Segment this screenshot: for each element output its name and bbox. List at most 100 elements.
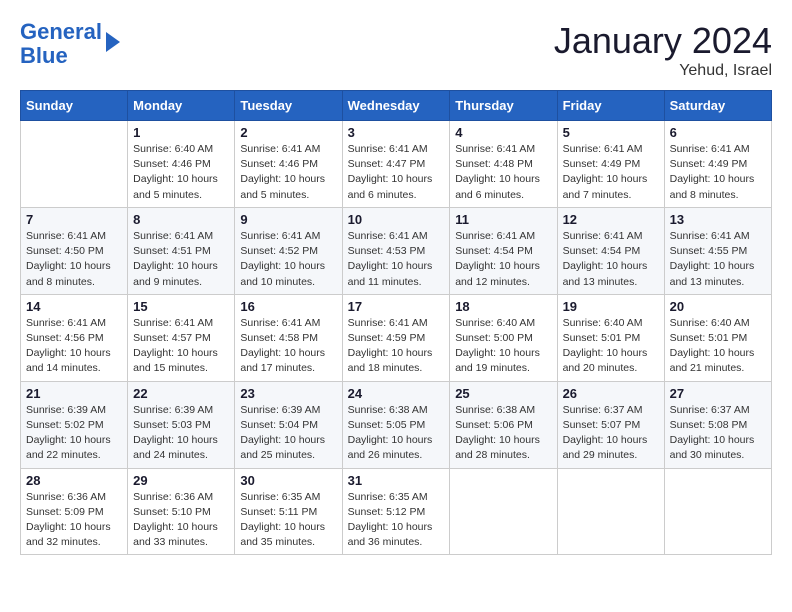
calendar-week-row: 1Sunrise: 6:40 AM Sunset: 4:46 PM Daylig… xyxy=(21,121,772,208)
calendar-cell: 12Sunrise: 6:41 AM Sunset: 4:54 PM Dayli… xyxy=(557,207,664,294)
day-number: 22 xyxy=(133,386,229,401)
day-number: 14 xyxy=(26,299,122,314)
day-number: 17 xyxy=(348,299,445,314)
header-day-friday: Friday xyxy=(557,91,664,121)
calendar-cell: 17 Sunrise: 6:41 AM Sunset: 4:59 PM Dayli… xyxy=(342,294,450,381)
day-number: 29 xyxy=(133,473,229,488)
header-day-saturday: Saturday xyxy=(664,91,771,121)
calendar-cell: 23 Sunrise: 6:39 AM Sunset: 5:04 PM Dayli… xyxy=(235,381,342,468)
day-info: Sunrise: 6:37 AM Sunset: 5:07 PM Dayligh… xyxy=(563,403,659,464)
day-number: 23 xyxy=(240,386,336,401)
page-header: General Blue January 2024 Yehud, Israel xyxy=(20,20,772,80)
calendar-cell: 10 Sunrise: 6:41 AM Sunset: 4:53 PM Dayli… xyxy=(342,207,450,294)
header-day-sunday: Sunday xyxy=(21,91,128,121)
logo-general: General xyxy=(20,19,102,44)
calendar-cell: 13 Sunrise: 6:41 AM Sunset: 4:55 PM Dayli… xyxy=(664,207,771,294)
calendar-cell: 24 Sunrise: 6:38 AM Sunset: 5:05 PM Dayli… xyxy=(342,381,450,468)
day-number: 19 xyxy=(563,299,659,314)
day-info: Sunrise: 6:41 AM Sunset: 4:53 PM Dayligh… xyxy=(348,229,445,290)
day-number: 21 xyxy=(26,386,122,401)
logo-blue: Blue xyxy=(20,43,68,68)
day-number: 27 xyxy=(670,386,766,401)
header-day-monday: Monday xyxy=(128,91,235,121)
day-number: 4 xyxy=(455,125,551,140)
calendar-week-row: 7 Sunrise: 6:41 AM Sunset: 4:50 PM Daylig… xyxy=(21,207,772,294)
title-block: January 2024 Yehud, Israel xyxy=(554,20,772,80)
day-number: 7 xyxy=(26,212,122,227)
day-number: 16 xyxy=(240,299,336,314)
calendar-week-row: 28Sunrise: 6:36 AM Sunset: 5:09 PM Dayli… xyxy=(21,468,772,555)
day-info: Sunrise: 6:35 AM Sunset: 5:11 PM Dayligh… xyxy=(240,490,336,551)
calendar-cell: 20 Sunrise: 6:40 AM Sunset: 5:01 PM Dayli… xyxy=(664,294,771,381)
day-info: Sunrise: 6:41 AM Sunset: 4:58 PM Dayligh… xyxy=(240,316,336,377)
day-number: 30 xyxy=(240,473,336,488)
calendar-cell xyxy=(21,121,128,208)
day-info: Sunrise: 6:41 AM Sunset: 4:57 PM Dayligh… xyxy=(133,316,229,377)
calendar-cell: 7 Sunrise: 6:41 AM Sunset: 4:50 PM Daylig… xyxy=(21,207,128,294)
calendar-cell: 9Sunrise: 6:41 AM Sunset: 4:52 PM Daylig… xyxy=(235,207,342,294)
logo-arrow-icon xyxy=(106,32,120,52)
day-info: Sunrise: 6:40 AM Sunset: 5:01 PM Dayligh… xyxy=(563,316,659,377)
calendar-cell: 4 Sunrise: 6:41 AM Sunset: 4:48 PM Daylig… xyxy=(450,121,557,208)
day-info: Sunrise: 6:41 AM Sunset: 4:55 PM Dayligh… xyxy=(670,229,766,290)
header-day-tuesday: Tuesday xyxy=(235,91,342,121)
day-number: 25 xyxy=(455,386,551,401)
day-number: 18 xyxy=(455,299,551,314)
calendar-cell: 14 Sunrise: 6:41 AM Sunset: 4:56 PM Dayli… xyxy=(21,294,128,381)
day-number: 10 xyxy=(348,212,445,227)
day-info: Sunrise: 6:41 AM Sunset: 4:51 PM Dayligh… xyxy=(133,229,229,290)
day-info: Sunrise: 6:38 AM Sunset: 5:05 PM Dayligh… xyxy=(348,403,445,464)
calendar-table: SundayMondayTuesdayWednesdayThursdayFrid… xyxy=(20,90,772,555)
day-info: Sunrise: 6:40 AM Sunset: 5:00 PM Dayligh… xyxy=(455,316,551,377)
day-number: 26 xyxy=(563,386,659,401)
day-number: 28 xyxy=(26,473,122,488)
month-year-title: January 2024 xyxy=(554,20,772,62)
day-info: Sunrise: 6:39 AM Sunset: 5:04 PM Dayligh… xyxy=(240,403,336,464)
day-info: Sunrise: 6:39 AM Sunset: 5:03 PM Dayligh… xyxy=(133,403,229,464)
calendar-cell: 30 Sunrise: 6:35 AM Sunset: 5:11 PM Dayli… xyxy=(235,468,342,555)
day-info: Sunrise: 6:41 AM Sunset: 4:59 PM Dayligh… xyxy=(348,316,445,377)
day-number: 24 xyxy=(348,386,445,401)
location-subtitle: Yehud, Israel xyxy=(554,62,772,80)
calendar-cell xyxy=(450,468,557,555)
day-info: Sunrise: 6:41 AM Sunset: 4:49 PM Dayligh… xyxy=(670,142,766,203)
day-number: 9 xyxy=(240,212,336,227)
calendar-header-row: SundayMondayTuesdayWednesdayThursdayFrid… xyxy=(21,91,772,121)
day-info: Sunrise: 6:35 AM Sunset: 5:12 PM Dayligh… xyxy=(348,490,445,551)
logo-text: General Blue xyxy=(20,20,102,68)
calendar-cell: 1Sunrise: 6:40 AM Sunset: 4:46 PM Daylig… xyxy=(128,121,235,208)
day-info: Sunrise: 6:36 AM Sunset: 5:10 PM Dayligh… xyxy=(133,490,229,551)
day-info: Sunrise: 6:41 AM Sunset: 4:56 PM Dayligh… xyxy=(26,316,122,377)
calendar-cell: 6 Sunrise: 6:41 AM Sunset: 4:49 PM Daylig… xyxy=(664,121,771,208)
day-number: 8 xyxy=(133,212,229,227)
calendar-cell: 11 Sunrise: 6:41 AM Sunset: 4:54 PM Dayli… xyxy=(450,207,557,294)
day-info: Sunrise: 6:41 AM Sunset: 4:48 PM Dayligh… xyxy=(455,142,551,203)
day-number: 2 xyxy=(240,125,336,140)
calendar-cell: 2Sunrise: 6:41 AM Sunset: 4:46 PM Daylig… xyxy=(235,121,342,208)
day-number: 13 xyxy=(670,212,766,227)
header-day-thursday: Thursday xyxy=(450,91,557,121)
day-info: Sunrise: 6:41 AM Sunset: 4:50 PM Dayligh… xyxy=(26,229,122,290)
day-info: Sunrise: 6:39 AM Sunset: 5:02 PM Dayligh… xyxy=(26,403,122,464)
calendar-cell: 28Sunrise: 6:36 AM Sunset: 5:09 PM Dayli… xyxy=(21,468,128,555)
calendar-cell: 5Sunrise: 6:41 AM Sunset: 4:49 PM Daylig… xyxy=(557,121,664,208)
logo: General Blue xyxy=(20,20,120,68)
calendar-week-row: 14 Sunrise: 6:41 AM Sunset: 4:56 PM Dayli… xyxy=(21,294,772,381)
day-number: 6 xyxy=(670,125,766,140)
calendar-cell: 31 Sunrise: 6:35 AM Sunset: 5:12 PM Dayli… xyxy=(342,468,450,555)
day-number: 5 xyxy=(563,125,659,140)
day-number: 3 xyxy=(348,125,445,140)
day-number: 31 xyxy=(348,473,445,488)
day-number: 20 xyxy=(670,299,766,314)
day-info: Sunrise: 6:41 AM Sunset: 4:54 PM Dayligh… xyxy=(455,229,551,290)
day-number: 11 xyxy=(455,212,551,227)
calendar-cell: 15 Sunrise: 6:41 AM Sunset: 4:57 PM Dayli… xyxy=(128,294,235,381)
day-number: 15 xyxy=(133,299,229,314)
calendar-cell: 21 Sunrise: 6:39 AM Sunset: 5:02 PM Dayli… xyxy=(21,381,128,468)
calendar-week-row: 21 Sunrise: 6:39 AM Sunset: 5:02 PM Dayli… xyxy=(21,381,772,468)
calendar-cell: 18 Sunrise: 6:40 AM Sunset: 5:00 PM Dayli… xyxy=(450,294,557,381)
day-info: Sunrise: 6:40 AM Sunset: 5:01 PM Dayligh… xyxy=(670,316,766,377)
calendar-cell xyxy=(664,468,771,555)
calendar-cell: 19 Sunrise: 6:40 AM Sunset: 5:01 PM Dayli… xyxy=(557,294,664,381)
calendar-cell: 3Sunrise: 6:41 AM Sunset: 4:47 PM Daylig… xyxy=(342,121,450,208)
